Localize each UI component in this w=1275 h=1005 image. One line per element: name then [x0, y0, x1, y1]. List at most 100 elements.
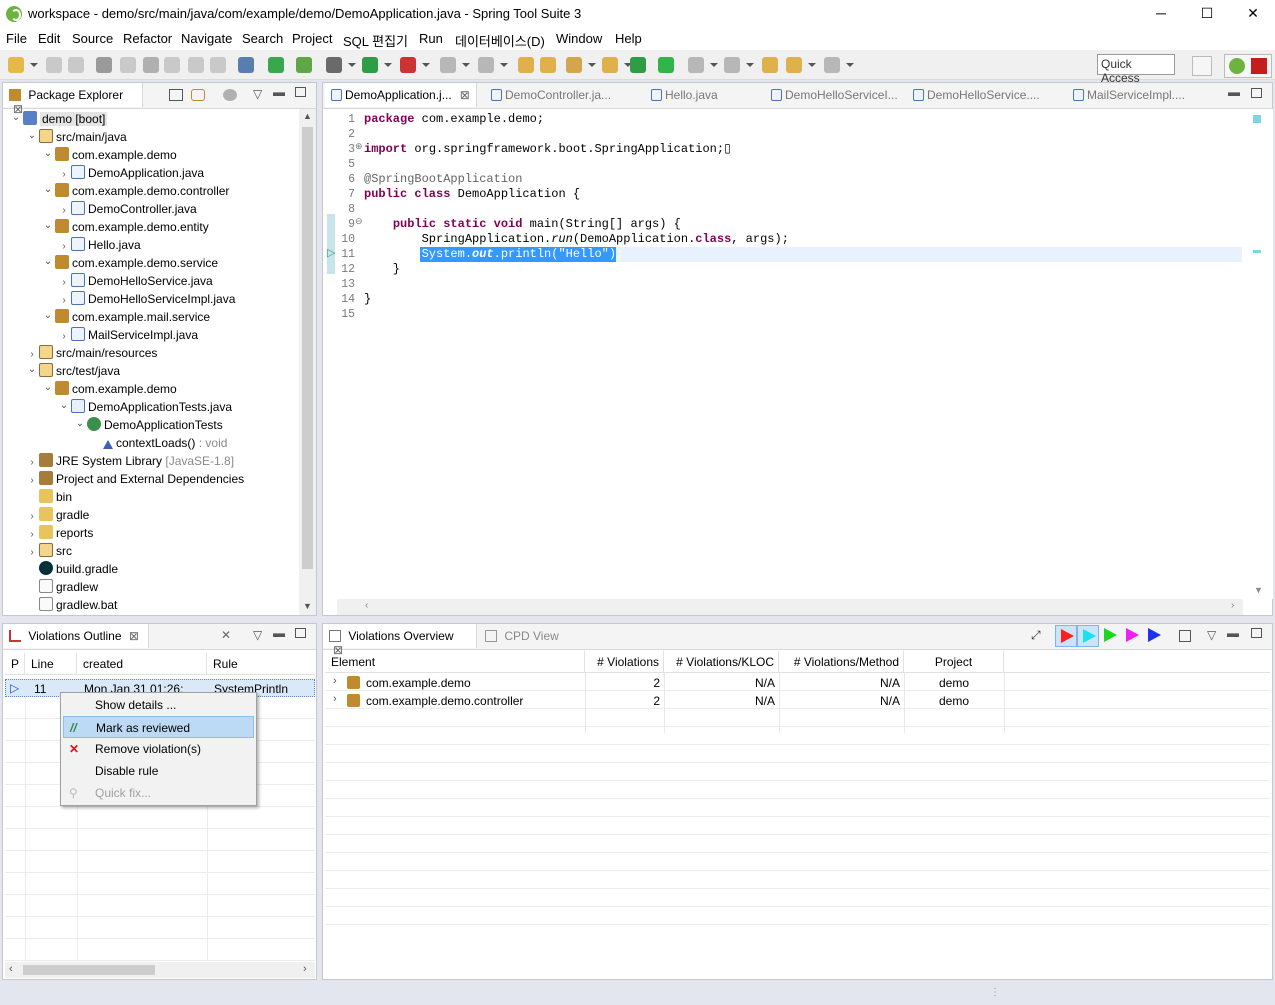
expanded-chevron-icon[interactable]: ⌄: [9, 109, 23, 127]
dropdown-arrow-icon[interactable]: [746, 63, 754, 67]
tree-item[interactable]: › DemoHelloService.java: [57, 272, 213, 290]
build-icon[interactable]: [566, 57, 582, 73]
violations-outline-tab[interactable]: Violations Outline ⊠: [3, 624, 149, 648]
code-line[interactable]: [364, 307, 1242, 322]
pilcrow-icon[interactable]: [210, 57, 226, 73]
priority-5-filter-button[interactable]: [1143, 625, 1165, 647]
close-button[interactable]: ✕: [1230, 0, 1275, 28]
tree-item[interactable]: › JRE System Library [JavaSE-1.8]: [25, 452, 234, 470]
gradle-task-icon[interactable]: [630, 57, 646, 73]
edit-icon[interactable]: [120, 57, 136, 73]
tree-item[interactable]: ⌄ demo [boot]: [9, 109, 108, 128]
tree-item[interactable]: ⌄ com.example.demo: [41, 380, 177, 398]
dropdown-arrow-icon[interactable]: [384, 63, 392, 67]
priority-2-filter-button[interactable]: [1077, 625, 1099, 647]
dropdown-arrow-icon[interactable]: [422, 63, 430, 67]
menu-4[interactable]: Navigate: [181, 31, 232, 46]
code-area[interactable]: 1 package com.example.demo; 2 3 ⊕ import org.…: [337, 109, 1243, 599]
code-line[interactable]: [364, 277, 1242, 292]
menu-5[interactable]: Search: [242, 31, 283, 46]
expanded-chevron-icon[interactable]: ⌄: [41, 307, 55, 325]
code-line[interactable]: public static void main(String[] args) {: [364, 217, 1242, 232]
fold-toggle-icon[interactable]: ⊖: [355, 217, 363, 227]
tree-item[interactable]: ⌄ DemoApplicationTests.java: [57, 398, 232, 416]
package-icon[interactable]: [540, 57, 556, 73]
tree-item[interactable]: › reports: [25, 524, 93, 542]
expanded-chevron-icon[interactable]: ⌄: [41, 253, 55, 271]
column-created[interactable]: created: [77, 653, 207, 675]
export-icon[interactable]: [602, 57, 618, 73]
scroll-left-icon[interactable]: ‹: [9, 963, 13, 975]
run-icon[interactable]: [362, 57, 378, 73]
code-line[interactable]: }: [364, 262, 1242, 277]
editor-tab[interactable]: DemoHelloServiceI...: [765, 83, 904, 107]
scroll-right-icon[interactable]: ›: [1231, 600, 1234, 611]
green-icon[interactable]: [658, 57, 674, 73]
column-violations[interactable]: # Violations: [585, 651, 664, 673]
scroll-down-icon[interactable]: ▼: [1254, 585, 1263, 595]
debug-icon[interactable]: [326, 57, 342, 73]
code-line[interactable]: [364, 202, 1242, 217]
next-annotation-icon[interactable]: [688, 57, 704, 73]
tree-item[interactable]: ⌄ src/main/java: [25, 128, 127, 146]
editor-tab[interactable]: DemoApplication.j... ⊠: [325, 83, 477, 107]
column-element[interactable]: Element: [325, 651, 585, 673]
expanded-chevron-icon[interactable]: ⌄: [41, 217, 55, 235]
package-explorer-tab[interactable]: Package Explorer ⊠: [3, 83, 143, 116]
dropdown-arrow-icon[interactable]: [710, 63, 718, 67]
tree-item[interactable]: ⌄ com.example.demo.controller: [41, 182, 229, 200]
tree-item[interactable]: › DemoController.java: [57, 200, 197, 218]
overview-marker[interactable]: [1253, 250, 1261, 253]
menu-1[interactable]: Edit: [38, 31, 60, 46]
editor-tab[interactable]: MailServiceImpl....: [1067, 83, 1191, 107]
menu-7[interactable]: SQL 편집기: [343, 31, 408, 50]
expanded-chevron-icon[interactable]: ⌄: [73, 415, 87, 433]
column-priority[interactable]: P: [5, 653, 25, 675]
tree-item[interactable]: › DemoApplication.java: [57, 164, 204, 182]
expanded-chevron-icon[interactable]: ⌄: [41, 379, 55, 397]
column-line[interactable]: Line: [25, 653, 77, 675]
scroll-thumb[interactable]: [302, 127, 313, 569]
table-row[interactable]: › com.example.demo 2 N/A N/A demo: [325, 674, 1270, 692]
menu-2[interactable]: Source: [72, 31, 113, 46]
code-line[interactable]: [364, 157, 1242, 172]
code-line[interactable]: System.out.println("Hello");: [364, 247, 1242, 262]
java-perspective-icon[interactable]: [1251, 58, 1267, 74]
perspective-switcher[interactable]: [1224, 54, 1272, 78]
stop-icon[interactable]: [440, 57, 456, 73]
deploy-icon[interactable]: [478, 57, 494, 73]
violations-overview-tab[interactable]: Violations Overview ⊠: [323, 624, 477, 657]
open-perspective-button[interactable]: [1192, 56, 1212, 76]
code-line[interactable]: SpringApplication.run(DemoApplication.cl…: [364, 232, 1242, 247]
collapsed-chevron-icon[interactable]: ›: [333, 675, 337, 687]
collapsed-chevron-icon[interactable]: ›: [333, 693, 337, 705]
mark-icon[interactable]: [164, 57, 180, 73]
code-line[interactable]: [364, 127, 1242, 142]
cpd-view-tab[interactable]: CPD View: [479, 624, 569, 648]
expanded-chevron-icon[interactable]: ⌄: [41, 181, 55, 199]
focus-icon[interactable]: [223, 89, 237, 101]
tree-item[interactable]: › src/main/resources: [25, 344, 157, 362]
last-edit-icon[interactable]: [762, 57, 778, 73]
view-menu-icon[interactable]: ▽: [253, 628, 262, 642]
minimize-view-icon[interactable]: ▬: [273, 85, 285, 99]
boot-dashboard-icon[interactable]: [268, 57, 284, 73]
dropdown-arrow-icon[interactable]: [588, 63, 596, 67]
menu-item-3[interactable]: Disable rule: [63, 760, 254, 782]
open-type-icon[interactable]: [96, 57, 112, 73]
minimize-button[interactable]: ─: [1138, 0, 1184, 28]
expanded-chevron-icon[interactable]: ⌄: [25, 361, 39, 379]
show-whitespace-icon[interactable]: [188, 57, 204, 73]
tree-item[interactable]: gradlew: [25, 578, 98, 596]
tree-item[interactable]: contextLoads() : void: [89, 434, 227, 452]
code-line[interactable]: import org.springframework.boot.SpringAp…: [364, 142, 1242, 157]
save-all-icon[interactable]: [68, 57, 84, 73]
dropdown-arrow-icon[interactable]: [808, 63, 816, 67]
minimize-view-icon[interactable]: ▬: [1227, 626, 1239, 640]
code-line[interactable]: package com.example.demo;: [364, 112, 1242, 127]
scroll-left-icon[interactable]: ‹: [365, 600, 368, 611]
tree-item[interactable]: › DemoHelloServiceImpl.java: [57, 290, 235, 308]
menu-11[interactable]: Help: [615, 31, 642, 46]
spring-icon[interactable]: [296, 57, 312, 73]
tree-item[interactable]: › Project and External Dependencies: [25, 470, 244, 488]
